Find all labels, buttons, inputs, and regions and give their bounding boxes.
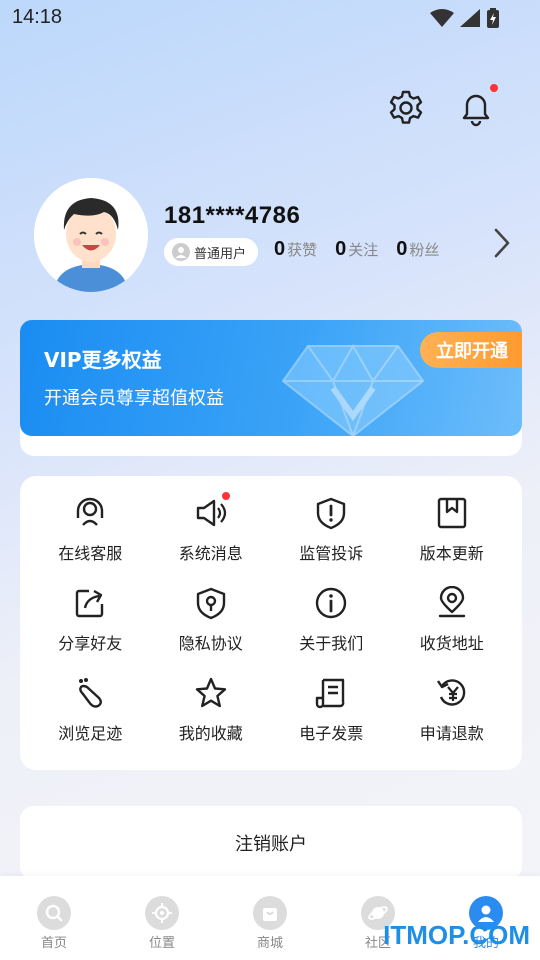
vip-banner[interactable]: VIP更多权益 开通会员尊享超值权益 立即开通 bbox=[20, 320, 522, 436]
menu-grid: 在线客服 系统消息 监管投诉 版本更新 分享好友 隐私协议 关于我们 收货地址 … bbox=[30, 492, 513, 750]
wifi-icon bbox=[430, 9, 454, 27]
bookmark-icon bbox=[437, 497, 466, 529]
cancel-account-button[interactable]: 注销账户 bbox=[20, 806, 522, 880]
stat-fans[interactable]: 0 粉丝 bbox=[396, 238, 439, 261]
gear-icon bbox=[389, 90, 423, 124]
nav-item-home[interactable]: 首页 bbox=[0, 876, 108, 960]
menu-item-history[interactable]: 浏览足迹 bbox=[30, 676, 151, 750]
info-icon bbox=[316, 587, 347, 619]
avatar-boy-icon bbox=[34, 178, 148, 292]
notification-button[interactable] bbox=[456, 84, 498, 128]
nav-item-mall[interactable]: 商城 bbox=[216, 876, 324, 960]
shield-lock-icon bbox=[196, 587, 225, 620]
status-bar: 14:18 bbox=[0, 0, 540, 36]
menu-item-invoice[interactable]: 电子发票 bbox=[271, 676, 392, 750]
user-level-badge: 普通用户 bbox=[164, 238, 259, 266]
battery-icon bbox=[487, 8, 499, 28]
user-icon bbox=[172, 243, 190, 261]
menu-item-complaint[interactable]: 监管投诉 bbox=[271, 496, 392, 570]
menu-item-favorites[interactable]: 我的收藏 bbox=[151, 676, 272, 750]
menu-item-version-update[interactable]: 版本更新 bbox=[392, 496, 513, 570]
stat-following[interactable]: 0 关注 bbox=[335, 238, 378, 261]
invoice-icon bbox=[316, 678, 345, 709]
target-icon bbox=[145, 896, 179, 930]
vip-title: VIP更多权益 bbox=[44, 348, 162, 372]
signal-icon bbox=[460, 9, 480, 27]
watermark: ITMOP.COM bbox=[383, 920, 530, 950]
user-phone: 181****4786 bbox=[164, 202, 301, 229]
megaphone-icon bbox=[196, 499, 226, 527]
chevron-right-icon[interactable] bbox=[488, 226, 516, 260]
footprint-icon bbox=[79, 678, 103, 708]
shopping-bag-icon bbox=[253, 896, 287, 930]
avatar[interactable] bbox=[34, 178, 148, 292]
location-icon bbox=[438, 586, 465, 618]
notification-dot bbox=[490, 84, 498, 92]
shield-alert-icon bbox=[317, 497, 346, 530]
vip-open-button[interactable]: 立即开通 bbox=[420, 332, 522, 368]
menu-item-system-message[interactable]: 系统消息 bbox=[151, 492, 272, 570]
share-icon bbox=[76, 589, 104, 618]
diamond-icon bbox=[281, 343, 425, 436]
menu-item-address[interactable]: 收货地址 bbox=[392, 586, 513, 660]
message-dot bbox=[221, 492, 230, 500]
refund-icon bbox=[436, 679, 466, 706]
menu-item-refund[interactable]: 申请退款 bbox=[392, 676, 513, 750]
menu-card: 在线客服 系统消息 监管投诉 版本更新 分享好友 隐私协议 关于我们 收货地址 … bbox=[20, 476, 522, 770]
stat-likes[interactable]: 0 获赞 bbox=[274, 238, 317, 261]
status-time: 14:18 bbox=[12, 6, 63, 28]
menu-item-online-service[interactable]: 在线客服 bbox=[30, 496, 151, 570]
headset-icon bbox=[77, 497, 104, 526]
menu-item-about[interactable]: 关于我们 bbox=[271, 586, 392, 660]
bell-icon bbox=[462, 94, 490, 127]
user-level-label: 普通用户 bbox=[194, 246, 247, 262]
star-icon bbox=[195, 677, 226, 708]
nav-item-location[interactable]: 位置 bbox=[108, 876, 216, 960]
home-search-icon bbox=[37, 896, 71, 930]
settings-button[interactable] bbox=[386, 88, 426, 128]
vip-subtitle: 开通会员尊享超值权益 bbox=[44, 388, 224, 409]
user-stats: 0 获赞 0 关注 0 粉丝 bbox=[274, 238, 439, 261]
menu-item-privacy[interactable]: 隐私协议 bbox=[151, 586, 272, 660]
menu-item-share[interactable]: 分享好友 bbox=[30, 586, 151, 660]
